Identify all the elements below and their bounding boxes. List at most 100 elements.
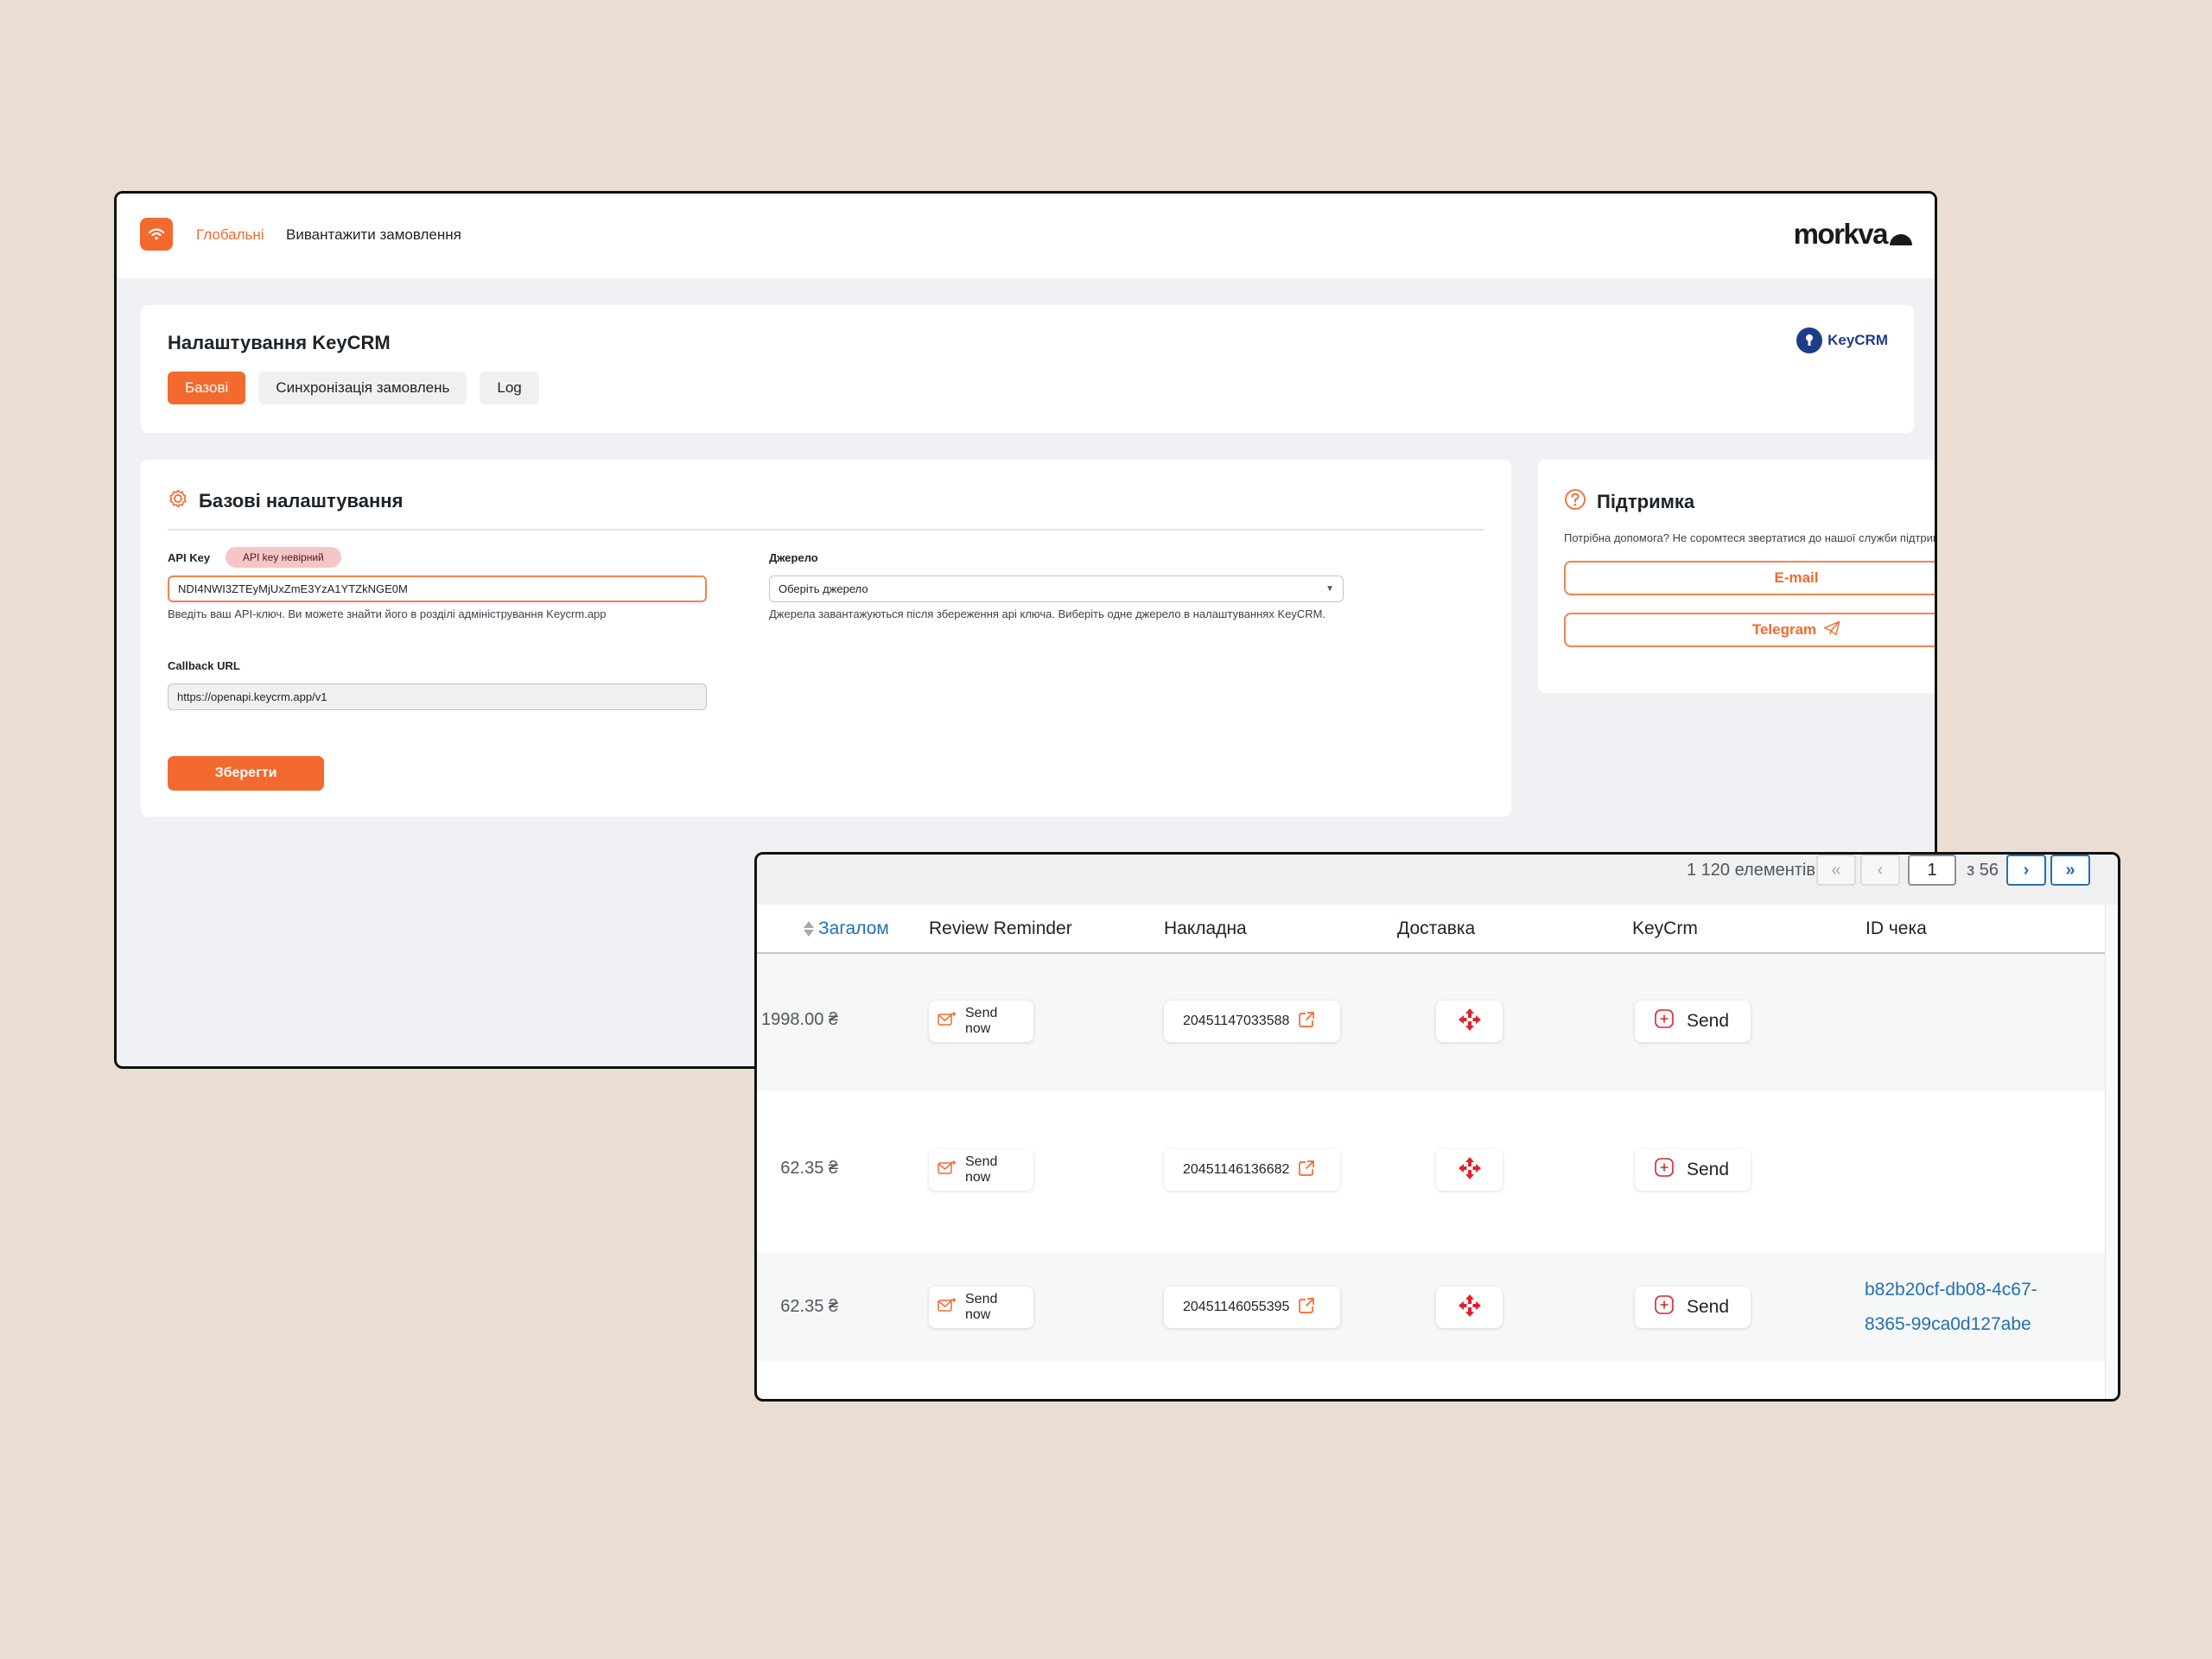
nova-poshta-button[interactable] xyxy=(1436,1287,1503,1328)
prev-page-button[interactable]: ‹ xyxy=(1860,855,1900,886)
basic-settings-heading: Базові налаштування xyxy=(168,488,403,514)
total-pages: з 56 xyxy=(1967,861,1999,880)
brand-text: morkva xyxy=(1793,218,1889,250)
orders-table-window: 1 120 елементів « ‹ 1 з 56 › » Загалом R… xyxy=(754,852,2120,1402)
mail-send-icon xyxy=(938,1297,957,1318)
keycrm-send-button[interactable]: Send xyxy=(1635,1001,1751,1042)
waybill-number: 20451147033588 xyxy=(1183,1014,1290,1028)
receipt-id-link[interactable]: b82b20cf-db08-4c67-8365-99ca0d127abe xyxy=(1865,1273,2072,1342)
support-title: Підтримка xyxy=(1597,491,1695,512)
order-total: 62.35 ₴ xyxy=(780,1297,838,1316)
sort-icon xyxy=(804,921,814,937)
basic-settings-card: Базові налаштування API Key API key неві… xyxy=(141,460,1511,817)
page-title: Налаштування KeyCRM xyxy=(168,332,391,353)
gear-icon xyxy=(168,488,188,514)
telegram-send-icon xyxy=(1823,620,1840,640)
email-button-label: E-mail xyxy=(1774,569,1819,586)
nav-global[interactable]: Глобальні xyxy=(196,226,264,244)
api-key-input[interactable]: NDI4NWI3ZTEyMjUxZmE3YzA1YTZkNGE0M xyxy=(168,575,707,602)
api-key-label: API Key xyxy=(168,551,211,564)
send-reminder-label: Send now xyxy=(965,1154,998,1185)
vertical-scrollbar[interactable] xyxy=(2105,905,2118,1399)
waybill-link[interactable]: 20451146136682 xyxy=(1164,1149,1340,1191)
last-page-button[interactable]: » xyxy=(2050,855,2090,886)
email-button[interactable]: E-mail xyxy=(1564,561,1935,595)
order-total: 62.35 ₴ xyxy=(780,1159,838,1178)
support-heading: Підтримка xyxy=(1564,488,1694,516)
tab-log[interactable]: Log xyxy=(480,372,539,404)
keycrm-key-icon xyxy=(1796,327,1823,353)
api-key-invalid-badge: API key невірний xyxy=(226,547,341,568)
pagination-bar: 1 120 елементів « ‹ 1 з 56 › » xyxy=(757,855,2118,905)
keycrm-plus-icon xyxy=(1654,1157,1675,1183)
table-row: 1998.00 ₴ Send now 20451147033588 Send xyxy=(757,954,2107,1090)
keycrm-send-label: Send xyxy=(1687,1297,1730,1317)
table-header: Загалом Review Reminder Накладна Доставк… xyxy=(757,905,2107,954)
send-reminder-button[interactable]: Send now xyxy=(929,1149,1033,1191)
column-total-label: Загалом xyxy=(818,918,889,938)
nova-poshta-button[interactable] xyxy=(1436,1001,1503,1042)
keycrm-send-label: Send xyxy=(1687,1160,1730,1179)
waybill-number: 20451146055395 xyxy=(1183,1300,1290,1314)
keycrm-logo-text: KeyCRM xyxy=(1827,332,1888,348)
nova-poshta-icon xyxy=(1457,1293,1483,1323)
keycrm-send-button[interactable]: Send xyxy=(1635,1149,1751,1191)
telegram-button[interactable]: Telegram xyxy=(1564,613,1935,647)
table-row: 62.35 ₴ Send now 20451146055395 Send b82… xyxy=(757,1253,2107,1362)
column-receipt-id: ID чека xyxy=(1866,918,1927,938)
source-hint: Джерела завантажуються після збереження … xyxy=(769,607,1326,620)
keycrm-send-button[interactable]: Send xyxy=(1635,1287,1751,1328)
api-key-hint: Введіть ваш API-ключ. Ви можете знайти й… xyxy=(168,607,607,620)
column-review-reminder: Review Reminder xyxy=(929,918,1072,938)
wifi-plug-icon[interactable] xyxy=(140,218,173,251)
keycrm-logo: KeyCRM xyxy=(1796,327,1888,353)
first-page-button[interactable]: « xyxy=(1816,855,1856,886)
table-row: 62.35 ₴ Send now 20451146136682 Send xyxy=(757,1090,2107,1253)
column-delivery: Доставка xyxy=(1397,918,1476,938)
external-link-icon xyxy=(1298,1160,1315,1181)
help-circle-icon xyxy=(1564,488,1586,516)
items-count: 1 120 елементів xyxy=(1686,861,1815,880)
morkva-logo: morkva xyxy=(1794,218,1912,251)
external-link-icon xyxy=(1298,1297,1315,1319)
waybill-link[interactable]: 20451146055395 xyxy=(1164,1287,1340,1328)
send-reminder-button[interactable]: Send now xyxy=(929,1287,1033,1328)
tab-order-sync[interactable]: Синхронізація замовлень xyxy=(258,372,467,404)
send-reminder-label: Send now xyxy=(965,1292,998,1322)
next-page-button[interactable]: › xyxy=(2006,855,2046,886)
nova-poshta-icon xyxy=(1457,1155,1483,1185)
settings-header-card: Налаштування KeyCRM Базові Синхронізація… xyxy=(141,305,1914,433)
support-text: Потрібна допомога? Не соромтеся звертати… xyxy=(1564,531,1937,544)
column-total[interactable]: Загалом xyxy=(804,918,889,939)
source-select[interactable]: Оберіть джерело ▼ xyxy=(769,575,1344,602)
nav-export-orders[interactable]: Вивантажити замовлення xyxy=(286,226,461,244)
basic-settings-title: Базові налаштування xyxy=(199,490,404,512)
current-page-input[interactable]: 1 xyxy=(1908,855,1956,886)
mail-send-icon xyxy=(938,1160,957,1180)
send-reminder-label: Send now xyxy=(965,1006,998,1036)
order-total: 1998.00 ₴ xyxy=(761,1010,838,1029)
support-card: Підтримка Потрібна допомога? Не соромтес… xyxy=(1538,460,1937,693)
brand-hill-icon xyxy=(1890,234,1912,245)
callback-url-field[interactable]: https://openapi.keycrm.app/v1 xyxy=(168,683,707,710)
save-button[interactable]: Зберегти xyxy=(168,756,324,791)
column-waybill: Накладна xyxy=(1164,918,1247,938)
divider xyxy=(168,529,1484,531)
settings-tabs: Базові Синхронізація замовлень Log xyxy=(168,372,539,404)
nova-poshta-button[interactable] xyxy=(1436,1149,1503,1191)
callback-url-label: Callback URL xyxy=(168,659,240,672)
keycrm-plus-icon xyxy=(1654,1008,1675,1034)
nova-poshta-icon xyxy=(1457,1007,1483,1037)
chevron-down-icon: ▼ xyxy=(1325,584,1334,594)
tab-basic[interactable]: Базові xyxy=(168,372,246,404)
source-label: Джерело xyxy=(769,551,818,564)
telegram-button-label: Telegram xyxy=(1751,621,1817,638)
top-bar: Глобальні Вивантажити замовлення morkva xyxy=(117,194,1935,278)
waybill-number: 20451146136682 xyxy=(1183,1162,1290,1177)
keycrm-send-label: Send xyxy=(1687,1011,1730,1031)
mail-send-icon xyxy=(938,1011,957,1032)
send-reminder-button[interactable]: Send now xyxy=(929,1001,1033,1042)
column-keycrm: KeyCrm xyxy=(1632,918,1698,938)
waybill-link[interactable]: 20451147033588 xyxy=(1164,1001,1340,1042)
source-select-value: Оберіть джерело xyxy=(779,582,868,595)
